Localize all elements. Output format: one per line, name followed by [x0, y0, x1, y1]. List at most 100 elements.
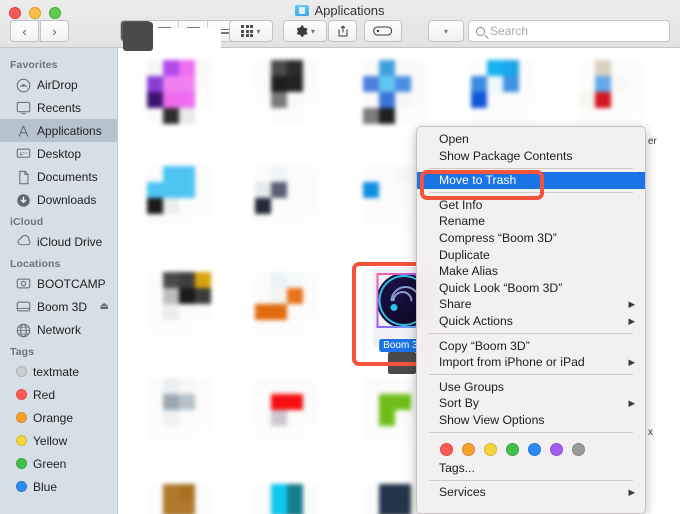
search-field[interactable]: Search [468, 20, 670, 42]
sidebar-item-label: Network [37, 322, 82, 337]
file-item[interactable] [125, 266, 233, 372]
sidebar-item-label: Yellow [33, 433, 68, 448]
file-item[interactable] [125, 372, 233, 478]
share-button[interactable] [328, 20, 357, 42]
sidebar-item-blue[interactable]: Blue [0, 475, 117, 498]
sidebar-item-airdrop[interactable]: AirDrop [0, 73, 117, 96]
menu-item-make-alias[interactable]: Make Alias [417, 263, 645, 280]
app-icon [255, 60, 319, 124]
background-text-fragment: er [648, 136, 657, 147]
sidebar[interactable]: Favorites AirDrop Recents Applications Deskt… [0, 48, 118, 514]
menu-tag-colors[interactable] [417, 437, 645, 460]
file-item[interactable] [233, 372, 341, 478]
file-item[interactable] [233, 478, 341, 514]
sidebar-section-header: Tags [10, 346, 35, 358]
clock-display-icon [16, 101, 31, 115]
toolbar-overflow-button[interactable]: ▾ [428, 20, 464, 42]
eject-icon[interactable]: ⏏ [100, 301, 109, 312]
sidebar-item-downloads[interactable]: Downloads [0, 188, 117, 211]
menu-item-label: Import from iPhone or iPad [439, 355, 585, 370]
tag-color-dot[interactable] [550, 442, 563, 456]
menu-item-import-from-iphone-or-ipad[interactable]: Import from iPhone or iPad ▶ [417, 354, 645, 371]
app-icon [147, 484, 211, 514]
file-item[interactable] [125, 54, 233, 160]
sidebar-item-boom-3d[interactable]: Boom 3D ⏏ [0, 295, 117, 318]
menu-item-label: Use Groups [439, 379, 505, 394]
menu-item-sort-by[interactable]: Sort By ▶ [417, 395, 645, 412]
tag-color-dot[interactable] [484, 442, 497, 456]
desktop-icon [16, 147, 31, 161]
sidebar-item-label: Documents [37, 169, 98, 184]
app-icon [147, 60, 211, 124]
sidebar-item-yellow[interactable]: Yellow [0, 429, 117, 452]
menu-separator [429, 167, 633, 169]
background-text-fragment: x [648, 427, 653, 438]
menu-item-show-view-options[interactable]: Show View Options [417, 412, 645, 429]
app-icon [147, 272, 211, 336]
file-item[interactable] [233, 266, 341, 372]
menu-item-open[interactable]: Open [417, 131, 645, 148]
tag-color-dot[interactable] [572, 442, 585, 456]
sidebar-item-applications[interactable]: Applications [0, 119, 117, 142]
menu-item-services[interactable]: Services ▶ [417, 484, 645, 501]
tag-color-dot [16, 435, 27, 446]
sidebar-item-label: textmate [33, 364, 80, 379]
sidebar-item-textmate[interactable]: textmate [0, 360, 117, 383]
sidebar-section-header: Locations [10, 258, 61, 270]
tag-color-dot[interactable] [440, 442, 453, 456]
submenu-arrow-icon: ▶ [628, 398, 635, 409]
sidebar-item-icloud-drive[interactable]: iCloud Drive [0, 230, 117, 253]
file-item[interactable] [233, 54, 341, 160]
group-by-button[interactable]: ▾ [229, 20, 273, 42]
sidebar-item-label: Green [33, 456, 67, 471]
tag-color-dot[interactable] [506, 442, 519, 456]
file-item[interactable] [233, 160, 341, 266]
menu-item-rename[interactable]: Rename [417, 213, 645, 230]
sidebar-section-header: iCloud [10, 216, 44, 228]
titlebar: Applications ‹ › ▾ ▾ ▾ Search [0, 0, 680, 51]
menu-item-tags[interactable]: Tags... [417, 460, 645, 477]
file-item[interactable] [125, 478, 233, 514]
back-button[interactable]: ‹ [10, 20, 39, 42]
sidebar-item-recents[interactable]: Recents [0, 96, 117, 119]
tag-color-dot [16, 389, 27, 400]
tag-color-dot [16, 481, 27, 492]
file-item[interactable] [125, 160, 233, 266]
menu-item-label: Copy “Boom 3D” [439, 338, 530, 353]
chevron-down-icon: ▾ [443, 26, 448, 36]
sidebar-item-label: Boom 3D [37, 299, 88, 314]
menu-separator [429, 333, 633, 335]
submenu-arrow-icon: ▶ [628, 487, 635, 498]
forward-button[interactable]: › [40, 20, 69, 42]
sidebar-item-green[interactable]: Green [0, 452, 117, 475]
gear-icon [296, 25, 308, 37]
menu-item-duplicate[interactable]: Duplicate [417, 247, 645, 264]
menu-item-quick-look-boom-3d[interactable]: Quick Look “Boom 3D” [417, 280, 645, 297]
menu-item-label: Services [439, 485, 486, 500]
app-icon [579, 60, 643, 124]
navigation-buttons[interactable]: ‹ › [10, 20, 69, 42]
sidebar-item-bootcamp[interactable]: BOOTCAMP [0, 272, 117, 295]
sidebar-item-orange[interactable]: Orange [0, 406, 117, 429]
globe-icon [16, 323, 31, 337]
menu-item-use-groups[interactable]: Use Groups [417, 379, 645, 396]
sidebar-item-documents[interactable]: Documents [0, 165, 117, 188]
app-icon [255, 484, 319, 514]
menu-item-copy-boom-3d[interactable]: Copy “Boom 3D” [417, 338, 645, 355]
cloud-icon [16, 234, 31, 249]
tag-color-dot[interactable] [528, 442, 541, 456]
tag-color-dot[interactable] [462, 442, 475, 456]
sidebar-item-desktop[interactable]: Desktop [0, 142, 117, 165]
applications-icon [16, 124, 31, 138]
menu-item-label: Tags... [439, 460, 475, 475]
menu-item-compress-boom-3d[interactable]: Compress “Boom 3D” [417, 230, 645, 247]
action-menu-button[interactable]: ▾ [283, 20, 327, 42]
menu-item-share[interactable]: Share ▶ [417, 296, 645, 313]
menu-item-label: Open [439, 132, 469, 146]
sidebar-item-red[interactable]: Red [0, 383, 117, 406]
menu-item-quick-actions[interactable]: Quick Actions ▶ [417, 313, 645, 330]
menu-item-show-package-contents[interactable]: Show Package Contents [417, 148, 645, 165]
tag-button[interactable] [364, 20, 402, 42]
sidebar-section-header: Favorites [10, 59, 58, 71]
sidebar-item-network[interactable]: Network [0, 318, 117, 341]
